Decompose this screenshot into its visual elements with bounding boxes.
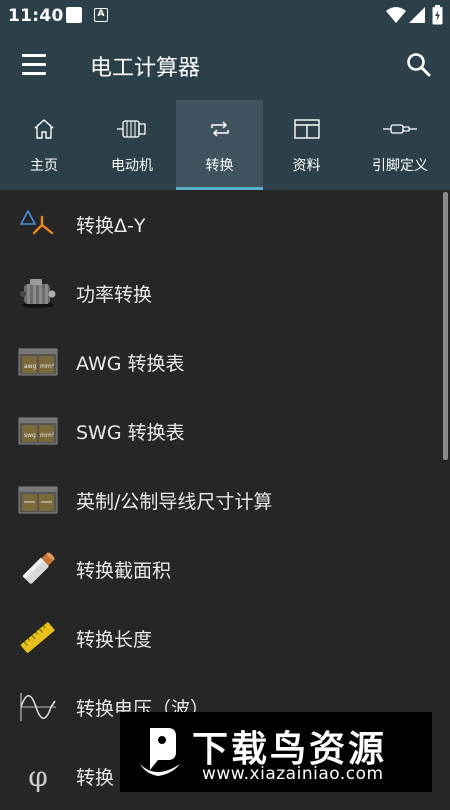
svg-text:swg: swg bbox=[24, 432, 36, 439]
home-icon bbox=[34, 119, 54, 139]
motor-image-icon bbox=[20, 279, 56, 308]
conversion-list: 转换Δ-Y 功率转换 awg mm² AWG 转换表 swg mm² SWG 转换表… bbox=[0, 190, 450, 800]
list-scrollbar[interactable] bbox=[443, 192, 448, 460]
list-item-label: 转换截面积 bbox=[76, 560, 172, 582]
tab-data-label: 资料 bbox=[292, 158, 321, 174]
list-item-label: 转换Δ-Y bbox=[76, 215, 146, 237]
list-item-label: SWG 转换表 bbox=[76, 422, 185, 444]
menu-icon[interactable] bbox=[22, 54, 48, 76]
tab-home-label: 主页 bbox=[30, 158, 58, 174]
tab-bar: 主页 电动机 转换 资料 引脚定义 bbox=[0, 100, 450, 190]
tab-pinout-label: 引脚定义 bbox=[372, 158, 428, 174]
motor-icon bbox=[117, 120, 146, 138]
svg-text:awg: awg bbox=[24, 363, 37, 370]
status-time: 11:40 bbox=[8, 6, 64, 26]
wifi-icon bbox=[386, 7, 406, 23]
battery-icon bbox=[432, 5, 443, 25]
list-item-wire-size[interactable]: 英制/公制导线尺寸计算 bbox=[0, 466, 440, 534]
app-bar: 电工计算器 bbox=[0, 32, 450, 100]
tab-pinout[interactable]: 引脚定义 bbox=[350, 100, 450, 190]
svg-text:mm²: mm² bbox=[40, 432, 55, 439]
tab-convert[interactable]: 转换 bbox=[176, 100, 263, 190]
wire-gauge-icon bbox=[18, 486, 58, 514]
swg-gauge-icon: swg mm² bbox=[18, 417, 58, 445]
list-item-power[interactable]: 功率转换 bbox=[0, 259, 440, 327]
search-icon[interactable] bbox=[406, 52, 432, 78]
list-item-label: AWG 转换表 bbox=[76, 353, 185, 375]
list-item-awg[interactable]: awg mm² AWG 转换表 bbox=[0, 328, 440, 396]
tab-motor[interactable]: 电动机 bbox=[88, 100, 176, 190]
delta-wye-icon bbox=[19, 209, 54, 235]
signal-icon bbox=[409, 7, 425, 23]
list-item-label: 转换 bbox=[76, 767, 115, 789]
connector-icon bbox=[383, 124, 417, 134]
awg-gauge-icon: awg mm² bbox=[18, 348, 58, 376]
phi-icon: φ bbox=[28, 759, 48, 793]
status-bar: 11:40 A bbox=[0, 0, 450, 32]
bird-logo-icon bbox=[140, 728, 180, 776]
list-item-label: 英制/公制导线尺寸计算 bbox=[76, 491, 273, 513]
watermark-url: www.xiazainiao.com bbox=[202, 764, 384, 784]
tab-data[interactable]: 资料 bbox=[263, 100, 350, 190]
list-item-label: 功率转换 bbox=[76, 284, 153, 306]
notification-a-icon: A bbox=[94, 8, 108, 22]
list-item-delta-wye[interactable]: 转换Δ-Y bbox=[0, 190, 440, 258]
repeat-icon bbox=[210, 121, 229, 137]
tab-motor-label: 电动机 bbox=[111, 158, 153, 174]
tab-convert-label: 转换 bbox=[205, 158, 234, 174]
list-item-swg[interactable]: swg mm² SWG 转换表 bbox=[0, 397, 440, 465]
sine-wave-icon bbox=[20, 693, 56, 721]
list-item-label: 转换长度 bbox=[76, 629, 153, 651]
tab-home[interactable]: 主页 bbox=[0, 100, 88, 190]
list-item-cross-section[interactable]: 转换截面积 bbox=[0, 535, 440, 603]
list-item-length[interactable]: 转换长度 bbox=[0, 604, 440, 672]
svg-text:mm²: mm² bbox=[40, 363, 55, 370]
cable-cross-section-icon bbox=[22, 552, 55, 584]
table-icon bbox=[293, 119, 320, 139]
notification-square-icon bbox=[66, 7, 82, 23]
app-title: 电工计算器 bbox=[90, 56, 201, 81]
ruler-icon bbox=[20, 622, 55, 653]
watermark: 下载鸟资源 www.xiazainiao.com bbox=[120, 712, 432, 792]
